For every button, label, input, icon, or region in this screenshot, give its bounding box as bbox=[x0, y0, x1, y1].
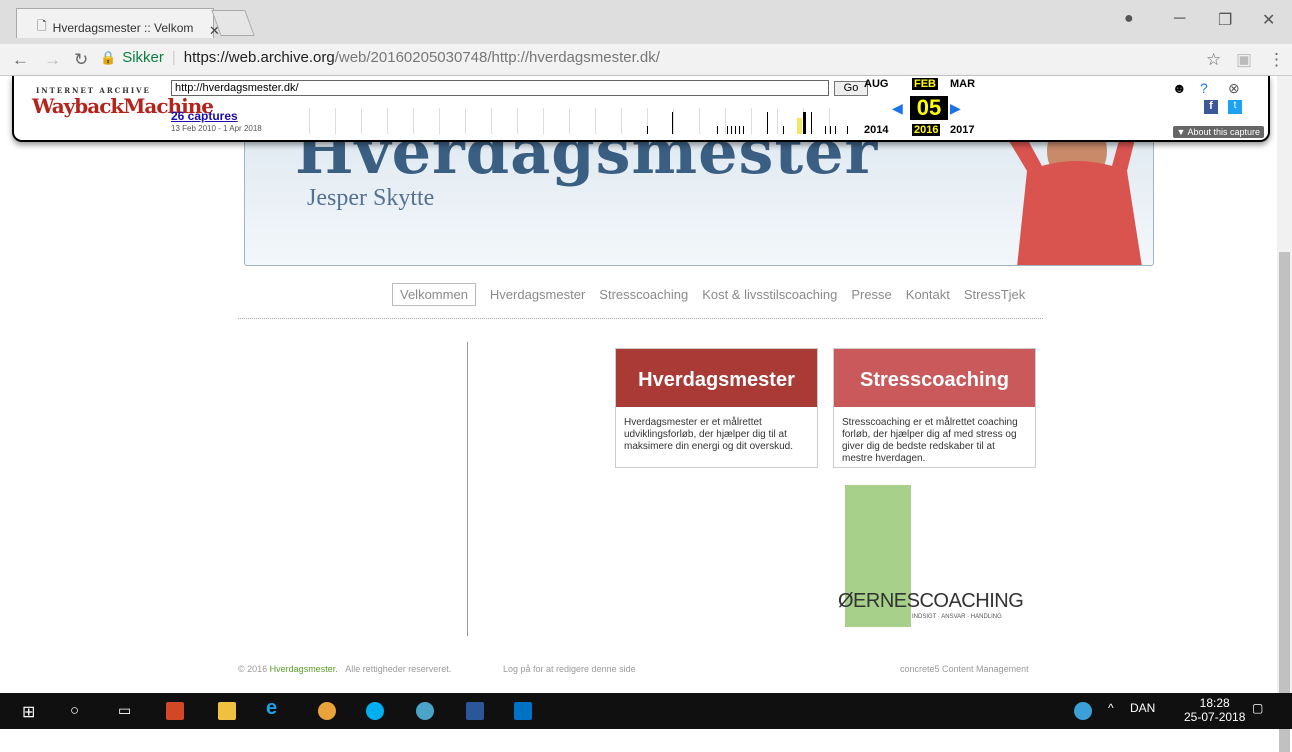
nav-kontakt[interactable]: Kontakt bbox=[906, 287, 950, 302]
clock[interactable]: 18:28 25-07-2018 bbox=[1184, 696, 1245, 724]
year-prev[interactable]: 2014 bbox=[864, 124, 888, 136]
captures-link[interactable]: 26 captures bbox=[171, 109, 238, 123]
lock-icon: 🔒 bbox=[100, 49, 117, 65]
next-arrow-icon[interactable]: ▶ bbox=[950, 100, 961, 117]
wayback-icons: ☻ ? ⊗ f t bbox=[1168, 80, 1258, 120]
year-next[interactable]: 2017 bbox=[950, 124, 974, 136]
card-title[interactable]: Hverdagsmester bbox=[616, 349, 817, 407]
logo-text: ØERNESCOACHING bbox=[838, 590, 1024, 612]
nav-stresscoaching[interactable]: Stresscoaching bbox=[599, 287, 688, 302]
main-nav: Velkommen Hverdagsmester Stresscoaching … bbox=[392, 283, 1025, 306]
nav-hverdagsmester[interactable]: Hverdagsmester bbox=[490, 287, 585, 302]
month-current: FEB bbox=[912, 78, 938, 90]
help-tray-icon[interactable] bbox=[1074, 702, 1092, 720]
page-icon: 🗋 bbox=[37, 19, 47, 33]
powerpoint-icon[interactable] bbox=[166, 702, 184, 720]
reload-button[interactable]: ↻ bbox=[74, 50, 88, 70]
copyright-year: © 2016 bbox=[238, 664, 268, 674]
skype-icon[interactable] bbox=[366, 702, 384, 720]
windows-start-icon[interactable]: ⊞ bbox=[22, 702, 40, 721]
forward-button[interactable]: → bbox=[44, 50, 61, 70]
tab-title: Hverdagsmester :: Velkom bbox=[52, 20, 194, 35]
year-current: 2016 bbox=[912, 124, 941, 136]
word-icon[interactable] bbox=[466, 702, 484, 720]
clock-date: 25-07-2018 bbox=[1184, 710, 1246, 724]
browser-tab[interactable]: 🗋 Hverdagsmester :: Velkom ✕ bbox=[16, 8, 220, 38]
hverdagsmester-card[interactable]: Hverdagsmester Hverdagsmester er et målr… bbox=[615, 348, 818, 468]
month-next[interactable]: MAR bbox=[950, 78, 975, 90]
capture-range: 13 Feb 2010 - 1 Apr 2018 bbox=[171, 124, 262, 133]
taskbar: ⊞ ○ ▭ e ^ DAN 18:28 25-07-2018 ▢ bbox=[0, 693, 1292, 729]
file-explorer-icon[interactable] bbox=[218, 702, 236, 720]
back-button[interactable]: ← bbox=[12, 50, 29, 70]
network-app-icon[interactable] bbox=[416, 702, 434, 720]
maximize-button[interactable]: ❐ bbox=[1218, 10, 1232, 30]
wayback-url-input[interactable]: http://hverdagsmester.dk/ bbox=[171, 80, 829, 96]
task-view-icon[interactable]: ▭ bbox=[118, 702, 136, 720]
column-divider bbox=[467, 342, 468, 636]
star-icon[interactable]: ☆ bbox=[1206, 50, 1221, 70]
clock-time: 18:28 bbox=[1199, 696, 1230, 710]
login-link[interactable]: Log på for at redigere denne side bbox=[503, 664, 636, 674]
language-indicator[interactable]: DAN bbox=[1130, 701, 1155, 715]
search-icon[interactable]: ○ bbox=[70, 702, 88, 720]
tab-strip: 🗋 Hverdagsmester :: Velkom ✕ ● ─ ❐ ✕ bbox=[0, 0, 1292, 44]
separator: | bbox=[171, 49, 176, 66]
card-title[interactable]: Stresscoaching bbox=[834, 349, 1035, 407]
url-path: /web/20160205030748/http://hverdagsmeste… bbox=[334, 49, 660, 66]
card-text: Hverdagsmester er et målrettet udvikling… bbox=[624, 417, 793, 452]
rights-text: Alle rettigheder reserveret. bbox=[345, 664, 452, 674]
prev-arrow-icon[interactable]: ◀ bbox=[892, 100, 903, 117]
help-icon[interactable]: ? bbox=[1200, 80, 1208, 96]
month-prev[interactable]: AUG bbox=[864, 78, 888, 90]
close-window-button[interactable]: ✕ bbox=[1262, 10, 1275, 30]
minimize-button[interactable]: ─ bbox=[1174, 10, 1185, 28]
extension-icon[interactable]: ▣ bbox=[1236, 50, 1252, 70]
calendar-nav: AUG FEB MAR ◀ 05 ▶ 2014 2016 2017 bbox=[862, 78, 975, 138]
footer-site-link[interactable]: Hverdagsmester. bbox=[270, 664, 338, 674]
nav-presse[interactable]: Presse bbox=[851, 287, 891, 302]
twitter-icon[interactable]: t bbox=[1228, 100, 1242, 114]
facebook-icon[interactable]: f bbox=[1204, 100, 1218, 114]
footer-copyright: © 2016 Hverdagsmester. Alle rettigheder … bbox=[238, 664, 451, 674]
chrome-icon[interactable] bbox=[318, 702, 336, 720]
card-text: Stresscoaching er et målrettet coaching … bbox=[842, 417, 1018, 464]
ie-icon[interactable]: e bbox=[266, 697, 284, 719]
logo-subtitle: INDSIGT · ANSVAR · HANDLING bbox=[912, 614, 1002, 620]
close-icon[interactable]: ⊗ bbox=[1228, 80, 1240, 97]
stresscoaching-card[interactable]: Stresscoaching Stresscoaching er et målr… bbox=[833, 348, 1036, 468]
outlook-icon[interactable] bbox=[514, 702, 532, 720]
notification-icon[interactable]: ▢ bbox=[1252, 701, 1263, 715]
tray-chevron-icon[interactable]: ^ bbox=[1108, 701, 1114, 715]
wayback-toolbar: INTERNET ARCHIVE WaybackMachine http://h… bbox=[12, 76, 1270, 142]
url-host: https://web.archive.org bbox=[183, 49, 335, 66]
divider bbox=[238, 318, 1043, 319]
capture-day: 05 bbox=[910, 96, 948, 120]
about-capture-button[interactable]: ▼ About this capture bbox=[1172, 126, 1264, 138]
capture-sparkline[interactable] bbox=[297, 108, 857, 136]
nav-kost[interactable]: Kost & livsstilscoaching bbox=[702, 287, 837, 302]
menu-icon[interactable]: ⋮ bbox=[1268, 50, 1285, 70]
url-field[interactable]: 🔒 Sikker | https://web.archive.org /web/… bbox=[100, 49, 660, 66]
profile-icon[interactable]: ● bbox=[1124, 10, 1134, 28]
secure-label: Sikker bbox=[122, 49, 164, 66]
site-subtitle: Jesper Skytte bbox=[307, 185, 435, 211]
scroll-thumb[interactable] bbox=[1279, 252, 1290, 752]
cms-link[interactable]: concrete5 Content Management bbox=[900, 664, 1029, 674]
nav-velkommen[interactable]: Velkommen bbox=[392, 283, 476, 306]
address-bar: ← → ↻ 🔒 Sikker | https://web.archive.org… bbox=[0, 44, 1292, 76]
scrollbar[interactable] bbox=[1277, 76, 1292, 752]
nav-stresstjek[interactable]: StressTjek bbox=[964, 287, 1025, 302]
user-icon[interactable]: ☻ bbox=[1172, 80, 1187, 96]
